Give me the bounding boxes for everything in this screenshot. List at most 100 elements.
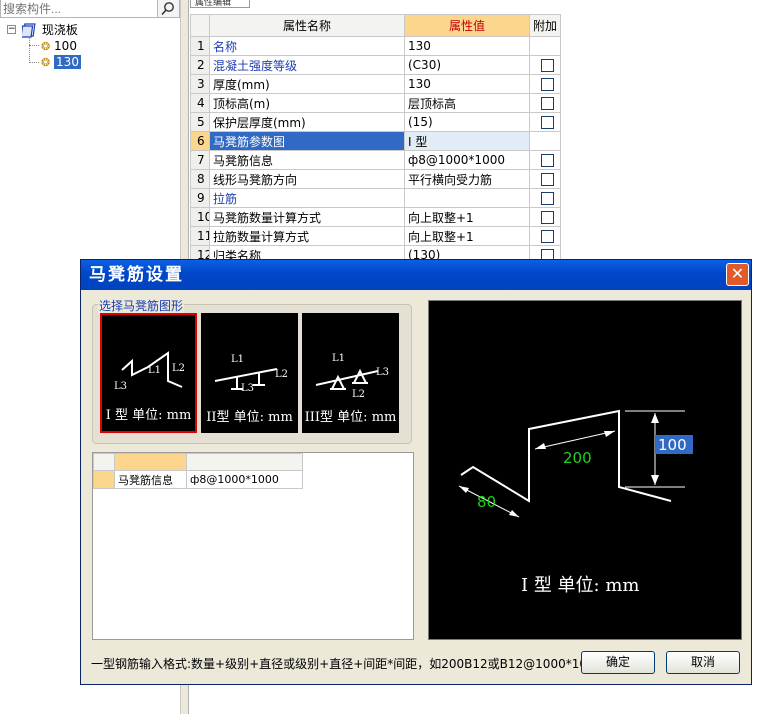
- attach-checkbox[interactable]: [541, 97, 554, 110]
- property-value[interactable]: 向上取整+1: [404, 226, 530, 246]
- property-value[interactable]: I 型: [404, 131, 530, 151]
- attach-checkbox[interactable]: [541, 59, 554, 72]
- row-number: 1: [190, 36, 210, 56]
- attach-cell: [529, 150, 561, 170]
- close-button[interactable]: ✕: [726, 263, 749, 286]
- cancel-button[interactable]: 取消: [666, 651, 740, 674]
- table-row[interactable]: 6 马凳筋参数图 I 型: [190, 131, 561, 151]
- property-value[interactable]: [404, 188, 530, 208]
- shape-caption: I 型 单位: mm: [105, 408, 192, 423]
- property-value[interactable]: 130: [404, 74, 530, 94]
- tab-property-editor[interactable]: 属性编辑: [190, 0, 250, 8]
- property-name[interactable]: 拉筋: [209, 188, 405, 208]
- table-row[interactable]: 3 厚度(mm) 130: [190, 74, 561, 94]
- search-button[interactable]: [158, 0, 180, 18]
- property-value[interactable]: (C30): [404, 55, 530, 75]
- table-row[interactable]: 10马凳筋数量计算方式向上取整+1: [190, 207, 561, 227]
- property-name[interactable]: 线形马凳筋方向: [209, 169, 405, 189]
- property-name[interactable]: 拉筋数量计算方式: [209, 226, 405, 246]
- shape-preview-canvas: 80 200 100 I 型 单位: mm: [428, 300, 742, 640]
- tree-node-root[interactable]: 现浇板: [20, 22, 78, 38]
- row-number: 3: [190, 74, 210, 94]
- row-number: 10: [190, 207, 210, 227]
- tree-collapse-toggle[interactable]: −: [7, 25, 16, 34]
- row-number: 5: [190, 112, 210, 132]
- attach-checkbox[interactable]: [541, 173, 554, 186]
- table-row[interactable]: 9 拉筋: [190, 188, 561, 208]
- stool-rebar-dialog: 马凳筋设置 ✕ 选择马凳筋图形 L1 L2 L3 I 型 单位: mm L1 L…: [80, 259, 752, 685]
- property-value[interactable]: 平行横向受力筋: [404, 169, 530, 189]
- property-grid: 属性名称 属性值 附加 1 名称 130 2 混凝土强度等级 (C30) 3 厚度(mm) 13…: [190, 14, 561, 265]
- table-row[interactable]: 2 混凝土强度等级 (C30): [190, 55, 561, 75]
- shape-group-label: 选择马凳筋图形: [98, 297, 185, 314]
- table-row[interactable]: 5 保护层厚度(mm) (15): [190, 112, 561, 132]
- preview-caption: I 型 单位: mm: [521, 575, 639, 596]
- property-value[interactable]: (15): [404, 112, 530, 132]
- property-name[interactable]: 马凳筋数量计算方式: [209, 207, 405, 227]
- property-name[interactable]: 混凝土强度等级: [209, 55, 405, 75]
- property-name[interactable]: 名称: [209, 36, 405, 56]
- shape-label-l1: L1: [148, 365, 161, 376]
- attach-cell: [529, 74, 561, 94]
- dialog-title[interactable]: 马凳筋设置: [81, 260, 751, 290]
- row-number: 8: [190, 169, 210, 189]
- info-grid-label: 马凳筋信息: [114, 470, 187, 489]
- property-value[interactable]: 层顶标高: [404, 93, 530, 113]
- attach-cell: [529, 188, 561, 208]
- table-row[interactable]: 马凳筋信息 ф8@1000*1000: [93, 470, 303, 489]
- attach-checkbox[interactable]: [541, 211, 554, 224]
- info-grid-value-cell[interactable]: ф8@1000*1000: [186, 470, 303, 489]
- gear-icon: ❂: [41, 40, 51, 53]
- property-value[interactable]: 向上取整+1: [404, 207, 530, 227]
- row-number: 9: [190, 188, 210, 208]
- table-row[interactable]: 11拉筋数量计算方式向上取整+1: [190, 226, 561, 246]
- tree-node-label: 100: [54, 39, 77, 53]
- shape-label-l1: L1: [231, 354, 244, 365]
- shape-option-type-3[interactable]: L1 L2 L3 III型 单位: mm: [302, 313, 399, 433]
- preview-diagram: 80 200 100 I 型 单位: mm: [458, 409, 693, 596]
- row-number: 2: [190, 55, 210, 75]
- property-name[interactable]: 厚度(mm): [209, 74, 405, 94]
- tree-node-130[interactable]: ❂ 130: [41, 54, 81, 70]
- search-icon: [161, 2, 174, 16]
- search-input[interactable]: [0, 0, 158, 18]
- attach-checkbox[interactable]: [541, 230, 554, 243]
- attach-checkbox[interactable]: [541, 116, 554, 129]
- tree-root-label: 现浇板: [41, 23, 78, 37]
- row-number: 6: [190, 131, 210, 151]
- property-name[interactable]: 保护层厚度(mm): [209, 112, 405, 132]
- shape-caption: III型 单位: mm: [304, 410, 397, 425]
- property-grid-header: 属性名称 属性值 附加: [190, 14, 561, 37]
- table-row[interactable]: 8 线形马凳筋方向 平行横向受力筋: [190, 169, 561, 189]
- property-name[interactable]: 马凳筋参数图: [209, 131, 405, 151]
- table-row[interactable]: 7 马凳筋信息 ф8@1000*1000: [190, 150, 561, 170]
- format-hint-text: 一型钢筋输入格式:数量+级别+直径或级别+直径+间距*间距，如200B12或B1…: [91, 657, 603, 671]
- row-number: 11: [190, 226, 210, 246]
- property-name[interactable]: 马凳筋信息: [209, 150, 405, 170]
- shape-option-type-1[interactable]: L1 L2 L3 I 型 单位: mm: [100, 313, 197, 433]
- grid-corner: [190, 14, 210, 37]
- table-row[interactable]: 1 名称 130: [190, 36, 561, 56]
- shape-option-type-2[interactable]: L1 L2 L3 II型 单位: mm: [201, 313, 298, 433]
- shape-label-l1: L1: [332, 353, 345, 364]
- property-value[interactable]: ф8@1000*1000: [404, 150, 530, 170]
- attach-cell: [529, 131, 561, 151]
- row-number: 4: [190, 93, 210, 113]
- property-name[interactable]: 顶标高(m): [209, 93, 405, 113]
- attach-cell: [529, 226, 561, 246]
- attach-cell: [529, 169, 561, 189]
- attach-checkbox[interactable]: [541, 192, 554, 205]
- column-header-value[interactable]: 属性值: [404, 14, 530, 37]
- ok-button[interactable]: 确定: [581, 651, 655, 674]
- table-row[interactable]: 4 顶标高(m) 层顶标高: [190, 93, 561, 113]
- preview-dim-l3: 80: [477, 493, 496, 511]
- attach-checkbox[interactable]: [541, 78, 554, 91]
- tree-node-100[interactable]: ❂ 100: [41, 38, 77, 54]
- attach-cell: [529, 93, 561, 113]
- shape-label-l2: L2: [352, 389, 365, 400]
- column-header-name[interactable]: 属性名称: [209, 14, 405, 37]
- property-value[interactable]: 130: [404, 36, 530, 56]
- attach-checkbox[interactable]: [541, 154, 554, 167]
- shape-label-l3: L3: [114, 381, 127, 392]
- column-header-extra[interactable]: 附加: [529, 14, 561, 37]
